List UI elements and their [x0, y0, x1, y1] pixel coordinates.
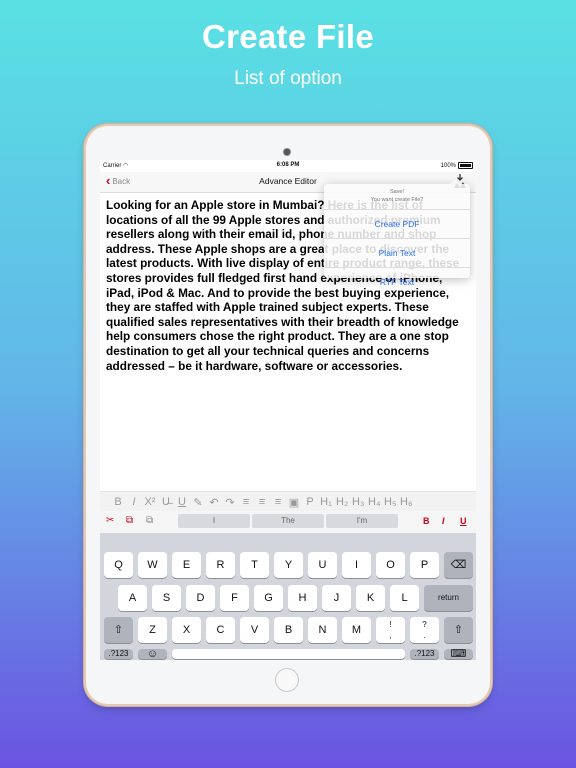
- align-icon[interactable]: ≡: [240, 496, 252, 508]
- key-q[interactable]: Q: [104, 552, 133, 578]
- key-d[interactable]: D: [186, 585, 215, 611]
- save-popover: Save! You want create File? Create PDF P…: [324, 179, 470, 287]
- return-key[interactable]: return: [424, 585, 473, 611]
- battery-status: 100%: [441, 162, 473, 169]
- plain-text-button[interactable]: Plain Text: [324, 239, 470, 268]
- shift-right-key[interactable]: ⇧: [444, 617, 473, 643]
- hero-subtitle: List of option: [234, 68, 342, 89]
- battery-icon: [458, 162, 473, 169]
- strikethrough-button[interactable]: U̶: [160, 496, 172, 508]
- shift-left-key[interactable]: ⇧: [104, 617, 133, 643]
- cut-icon[interactable]: ✂: [106, 515, 114, 526]
- key-b[interactable]: B: [274, 617, 303, 643]
- heading4-button[interactable]: H₄: [368, 496, 380, 508]
- heading5-button[interactable]: H₅: [384, 496, 396, 508]
- heading2-button[interactable]: H₂: [336, 496, 348, 508]
- key-c[interactable]: C: [206, 617, 235, 643]
- copy-icon[interactable]: ⧉: [126, 515, 133, 526]
- key-e[interactable]: E: [172, 552, 201, 578]
- indent-icon[interactable]: ≡: [256, 496, 268, 508]
- underline-button[interactable]: U: [176, 496, 188, 508]
- create-pdf-button[interactable]: Create PDF: [324, 210, 470, 239]
- quote-icon[interactable]: ▣: [288, 496, 300, 509]
- key-k[interactable]: K: [356, 585, 385, 611]
- status-time: 6:08 PM: [276, 162, 300, 168]
- key-f[interactable]: F: [220, 585, 249, 611]
- suggestion-1[interactable]: I: [178, 514, 250, 528]
- popover-message: You want create File?: [324, 197, 470, 210]
- numbers-left-key[interactable]: .?123: [104, 649, 133, 659]
- key-m[interactable]: M: [342, 617, 371, 643]
- format-toolbar: B I X² U̶ U ✎ ↶ ↷ ≡ ≡ ≡ ▣ P H₁ H₂ H₃ H₄ …: [100, 491, 476, 512]
- key-t[interactable]: T: [240, 552, 269, 578]
- key-exclaim-comma[interactable]: ! ,: [376, 617, 405, 643]
- key-j[interactable]: J: [322, 585, 351, 611]
- suggestion-3[interactable]: I'm: [326, 514, 398, 528]
- key-z[interactable]: Z: [138, 617, 167, 643]
- dismiss-keyboard-key[interactable]: ⌨: [444, 649, 473, 660]
- key-v[interactable]: V: [240, 617, 269, 643]
- key-p[interactable]: P: [410, 552, 439, 578]
- key-r[interactable]: R: [206, 552, 235, 578]
- keyboard: ✂ ⧉ ⧉ I The I'm B I U Q W E R T Y U I O …: [100, 511, 476, 660]
- key-g[interactable]: G: [254, 585, 283, 611]
- emoji-key[interactable]: ☺: [138, 649, 167, 660]
- numbers-right-key[interactable]: .?123: [410, 649, 439, 659]
- home-button[interactable]: [275, 668, 299, 692]
- rtf-text-button[interactable]: RTF Text: [324, 268, 470, 296]
- key-n[interactable]: N: [308, 617, 337, 643]
- status-bar: Carrier ◠ 6:08 PM 100%: [100, 160, 476, 172]
- key-i[interactable]: I: [342, 552, 371, 578]
- key-question-period[interactable]: ? .: [410, 617, 439, 643]
- key-y[interactable]: Y: [274, 552, 303, 578]
- superscript-button[interactable]: X²: [144, 496, 156, 508]
- key-a[interactable]: A: [118, 585, 147, 611]
- delete-key[interactable]: ⌫: [444, 552, 473, 578]
- heading1-button[interactable]: H₁: [320, 496, 332, 508]
- hero-title: Create File: [201, 18, 375, 55]
- keyboard-italic-button[interactable]: I: [442, 516, 445, 526]
- ipad-device: Carrier ◠ 6:08 PM 100% ‹ Back Advance Ed…: [86, 126, 490, 704]
- outdent-icon[interactable]: ≡: [272, 496, 284, 508]
- popover-title: Save!: [389, 189, 405, 195]
- italic-button[interactable]: I: [128, 496, 140, 508]
- suggestion-2[interactable]: The: [252, 514, 324, 528]
- key-x[interactable]: X: [172, 617, 201, 643]
- bold-button[interactable]: B: [112, 496, 124, 508]
- heading3-button[interactable]: H₃: [352, 496, 364, 508]
- undo-icon[interactable]: ↶: [208, 496, 220, 509]
- paste-icon[interactable]: ⧉: [146, 515, 153, 526]
- battery-percent: 100%: [440, 162, 456, 169]
- paragraph-button[interactable]: P: [304, 496, 316, 508]
- camera: [284, 149, 290, 155]
- key-o[interactable]: O: [376, 552, 405, 578]
- space-key[interactable]: [172, 649, 405, 659]
- heading6-button[interactable]: H₆: [400, 496, 412, 508]
- suggestion-bar: ✂ ⧉ ⧉ I The I'm B I U: [100, 511, 476, 533]
- key-l[interactable]: L: [390, 585, 419, 611]
- app-screen: Carrier ◠ 6:08 PM 100% ‹ Back Advance Ed…: [100, 160, 476, 660]
- eraser-icon[interactable]: ✎: [192, 496, 204, 509]
- popover-arrow: [450, 179, 460, 184]
- keyboard-bold-button[interactable]: B: [423, 516, 430, 526]
- redo-icon[interactable]: ↷: [224, 496, 236, 509]
- key-h[interactable]: H: [288, 585, 317, 611]
- key-u[interactable]: U: [308, 552, 337, 578]
- key-s[interactable]: S: [152, 585, 181, 611]
- key-w[interactable]: W: [138, 552, 167, 578]
- keyboard-underline-button[interactable]: U: [460, 516, 467, 526]
